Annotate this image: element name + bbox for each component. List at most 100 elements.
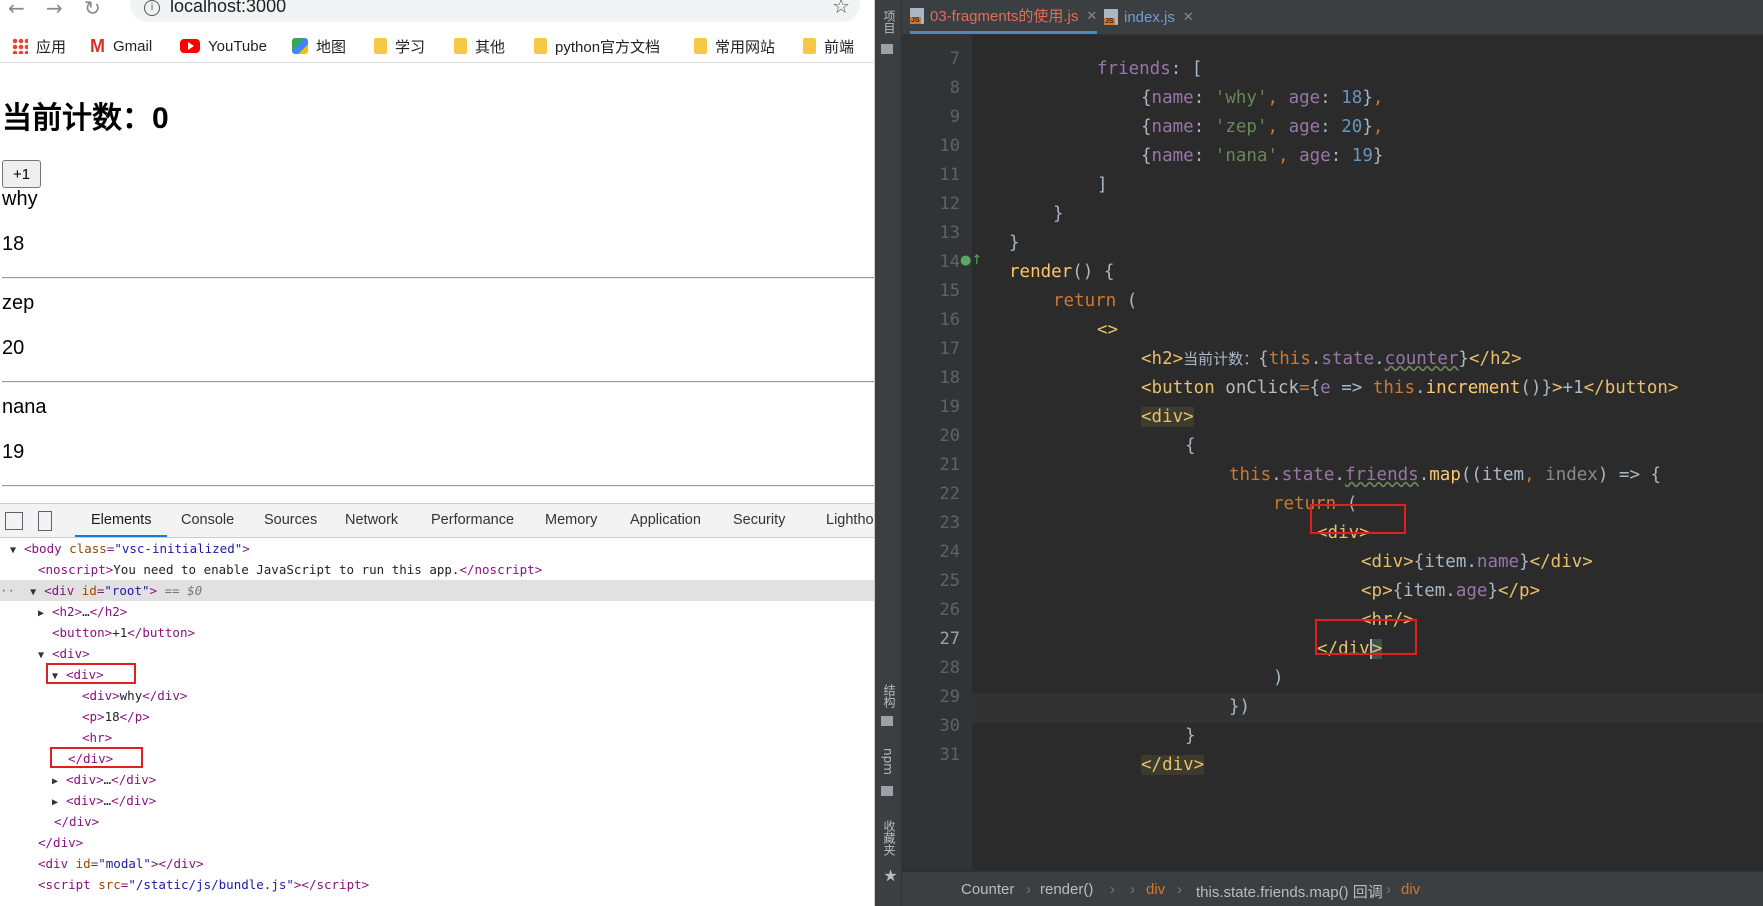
code-line-15: return (: [1053, 291, 1138, 311]
code-token: zep: [1225, 117, 1257, 137]
code-line-31: </div>: [1141, 755, 1205, 775]
line-number: 9: [949, 107, 960, 127]
tab-fragments-file[interactable]: 03-fragments的使用.js ✕: [910, 0, 1098, 34]
code-token: 当前计数：: [1183, 350, 1259, 368]
breadcrumb-item[interactable]: Counter: [961, 881, 1014, 898]
tree-node-modal[interactable]: <div id="modal"></div>: [38, 853, 204, 874]
tree-node-root-selected[interactable]: ·· ▼ <div id="root"> == $0: [0, 580, 874, 601]
friend-age: 20: [2, 337, 25, 359]
line-number: 8: [949, 78, 960, 98]
close-icon[interactable]: ✕: [1086, 8, 1097, 24]
divider: [2, 485, 874, 487]
page-content: 当前计数：0 +1 why 18 zep 20 nana 19: [0, 63, 874, 503]
breadcrumb-separator: ›: [1177, 881, 1182, 898]
increment-button[interactable]: +1: [2, 160, 42, 188]
code-token: friends: [1097, 59, 1171, 79]
tree-node-h2[interactable]: ▶ <h2>…</h2>: [38, 601, 127, 622]
tab-elements[interactable]: Elements: [75, 504, 168, 537]
tab-sources[interactable]: Sources: [264, 504, 317, 537]
code-line-16: <>: [1097, 320, 1119, 340]
friend-name: why: [2, 188, 38, 210]
line-number: 31: [939, 745, 960, 765]
forward-icon[interactable]: →: [46, 0, 63, 20]
inspect-element-icon[interactable]: [5, 512, 23, 530]
bookmark-gmail[interactable]: M Gmail: [90, 36, 152, 56]
bookmark-folder-frontend[interactable]: 前端: [803, 36, 854, 56]
tree-node-div-wrapper[interactable]: ▼ <div>: [38, 643, 90, 664]
line-number: 11: [939, 165, 960, 185]
friend-age: 19: [2, 441, 25, 463]
line-number: 18: [939, 368, 960, 388]
line-number: 25: [939, 571, 960, 591]
tree-node-div-name[interactable]: <div>why</div>: [82, 685, 187, 706]
tree-node-root-close[interactable]: </div>: [38, 832, 83, 853]
tree-node-div-collapsed[interactable]: ▶ <div>…</div>: [52, 769, 156, 790]
breadcrumb-item[interactable]: render(): [1040, 881, 1093, 898]
folder-icon: [374, 38, 387, 54]
bookmark-maps[interactable]: 地图: [292, 36, 346, 56]
bookmark-star-icon[interactable]: ☆: [832, 0, 850, 18]
tree-node-div-close[interactable]: </div>: [54, 811, 99, 832]
strip-favorites[interactable]: 收藏夹: [881, 820, 898, 856]
code-line-30: }: [1185, 726, 1196, 746]
bookmark-folder-python-docs[interactable]: python官方文档: [534, 36, 660, 56]
attr-value: /static/js/bundle.js: [135, 877, 287, 892]
npm-icon: [881, 786, 893, 796]
tree-node-p[interactable]: <p>18</p>: [82, 706, 150, 727]
line-gutter: 7 8 9 10 11 12 13 14 15 16 17 18 19 20 2…: [902, 35, 982, 870]
breadcrumb-separator: ›: [1110, 881, 1115, 898]
address-bar[interactable]: i localhost:3000 ☆: [130, 0, 860, 22]
browser-window: ← → ↻ i localhost:3000 ☆ 应用 M Gmail YouTu…: [0, 0, 875, 906]
breadcrumb-item[interactable]: div: [1146, 881, 1165, 898]
strip-npm[interactable]: npm: [881, 748, 895, 775]
friend-name: nana: [2, 396, 47, 418]
code-editor[interactable]: friends: [ {name: 'why', age: 18}, {name…: [972, 35, 1763, 870]
close-icon[interactable]: ✕: [1183, 9, 1194, 25]
bookmark-folder-other[interactable]: 其他: [454, 36, 505, 56]
reload-icon[interactable]: ↻: [84, 0, 101, 20]
code-line-9: {name: 'zep', age: 20},: [1141, 117, 1384, 137]
bookmark-youtube[interactable]: YouTube: [180, 36, 267, 56]
code-line-13: }: [1009, 233, 1020, 253]
breadcrumb-item[interactable]: this.state.friends.map() 回调: [1196, 881, 1383, 902]
noscript-text: You need to enable JavaScript to run thi…: [113, 562, 460, 577]
tab-security[interactable]: Security: [733, 504, 785, 537]
highlight-box: [50, 747, 143, 768]
apps-icon: [12, 38, 28, 54]
breadcrumb-item[interactable]: div: [1401, 881, 1420, 898]
back-icon[interactable]: ←: [8, 0, 25, 20]
bookmark-folder-study[interactable]: 学习: [374, 36, 425, 56]
code-line-24: <div>{item.name}</div>: [1361, 552, 1593, 572]
tab-console[interactable]: Console: [181, 504, 234, 537]
attr-value: modal: [105, 856, 144, 871]
highlight-box: [1315, 619, 1417, 655]
strip-structure[interactable]: 结构: [881, 684, 898, 708]
tab-lighthouse[interactable]: Lighthouse: [826, 504, 874, 537]
code-line-7: friends: [: [1097, 55, 1202, 84]
code-token: why: [1225, 88, 1257, 108]
tab-network[interactable]: Network: [345, 504, 398, 537]
tree-node-button[interactable]: <button>+1</button>: [52, 622, 195, 643]
code-line-28: ): [1273, 668, 1284, 688]
bookmark-apps[interactable]: 应用: [12, 36, 66, 56]
tab-application[interactable]: Application: [630, 504, 701, 537]
bookmark-label: 应用: [36, 38, 67, 56]
bookmark-folder-common-sites[interactable]: 常用网站: [694, 36, 775, 56]
tree-node-div-collapsed[interactable]: ▶ <div>…</div>: [52, 790, 156, 811]
strip-project[interactable]: 项目: [881, 10, 898, 34]
code-token: 19: [1351, 146, 1373, 166]
code-line-14: render() {: [1009, 262, 1115, 282]
highlight-box: [1310, 504, 1406, 534]
code-line-12: }: [1053, 204, 1064, 224]
code-token: +1: [1562, 378, 1584, 398]
tree-node-hr[interactable]: <hr>: [82, 727, 112, 748]
tab-performance[interactable]: Performance: [431, 504, 514, 537]
tab-index-file[interactable]: index.js ✕: [1104, 0, 1194, 34]
line-number: 28: [939, 658, 960, 678]
device-toolbar-icon[interactable]: [38, 511, 52, 531]
tree-node-body[interactable]: ▼ <body class="vsc-initialized">: [10, 538, 250, 559]
site-info-icon[interactable]: i: [144, 0, 160, 16]
tree-node-script[interactable]: <script src="/static/js/bundle.js"></scr…: [38, 874, 369, 895]
tree-node-noscript[interactable]: <noscript>You need to enable JavaScript …: [38, 559, 542, 580]
tab-memory[interactable]: Memory: [545, 504, 597, 537]
